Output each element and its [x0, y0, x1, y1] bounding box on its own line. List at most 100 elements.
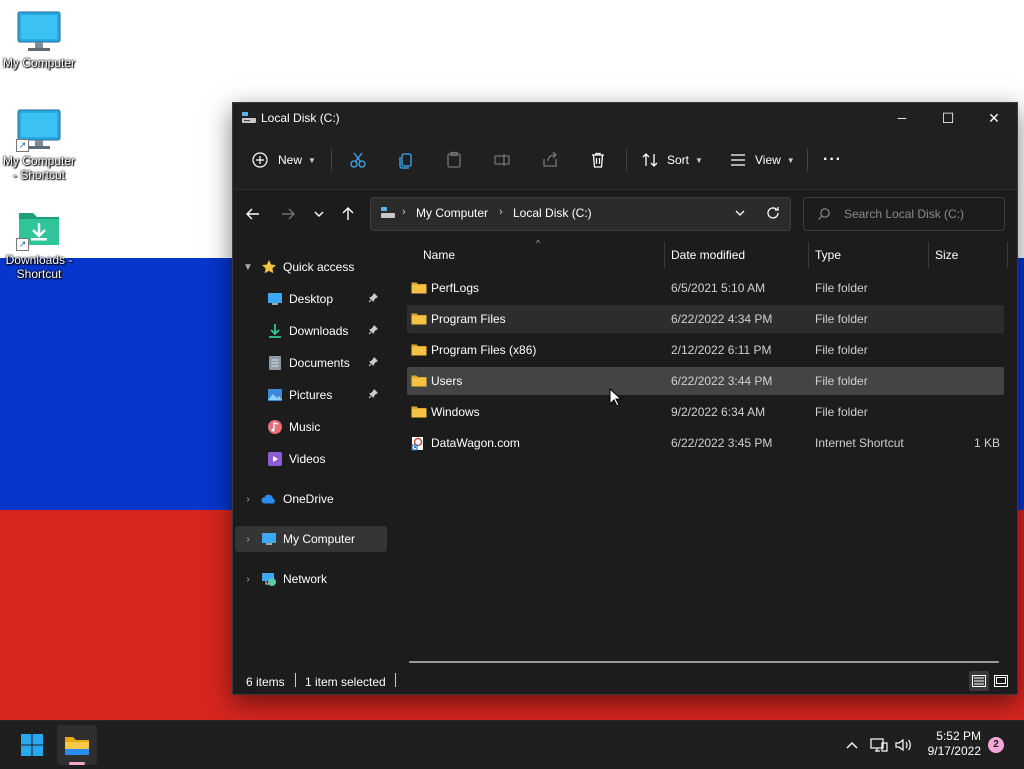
file-name: Users [431, 374, 463, 388]
sidebar-item-my-computer[interactable]: › My Computer [235, 526, 387, 552]
toolbar-divider [807, 149, 808, 171]
paste-icon [447, 151, 461, 168]
chevron-down-icon[interactable]: ▼ [241, 262, 255, 273]
column-divider[interactable] [928, 242, 929, 268]
file-row[interactable]: DataWagon.com 6/22/2022 3:45 PM Internet S… [407, 429, 1004, 457]
maximize-icon: ☐ [941, 109, 955, 126]
breadcrumb-my-computer[interactable]: My Computer [416, 206, 488, 220]
up-button[interactable] [336, 202, 360, 226]
monitor-icon [16, 10, 62, 54]
refresh-button[interactable] [765, 205, 781, 224]
sidebar-item-music[interactable]: Music [267, 414, 387, 440]
address-dropdown-button[interactable] [734, 207, 746, 222]
horizontal-scrollbar[interactable] [409, 661, 999, 663]
file-type: Internet Shortcut [815, 436, 904, 450]
cut-button[interactable] [349, 145, 367, 175]
status-divider [395, 673, 396, 687]
tiles-view-button[interactable] [991, 671, 1011, 691]
title-bar[interactable]: Local Disk (C:) ─ ☐ ✕ [233, 103, 1017, 133]
start-button[interactable] [12, 725, 52, 765]
chevron-down-icon: ▼ [308, 155, 316, 165]
chevron-right-icon[interactable]: › [241, 494, 255, 505]
pin-icon[interactable] [368, 324, 379, 338]
internet-shortcut-icon [411, 436, 427, 451]
file-type: File folder [815, 405, 868, 419]
desktop-icon-my-computer[interactable]: My Computer [0, 10, 78, 70]
sidebar-item-videos[interactable]: Videos [267, 446, 387, 472]
network-status-button[interactable] [869, 735, 889, 755]
file-row[interactable]: Windows 9/2/2022 6:34 AM File folder [407, 398, 1004, 426]
search-box[interactable]: Search Local Disk (C:) [803, 197, 1005, 231]
videos-icon [267, 451, 283, 467]
file-row[interactable]: PerfLogs 6/5/2021 5:10 AM File folder [407, 274, 1004, 302]
sidebar-item-pictures[interactable]: Pictures [267, 382, 387, 408]
column-header-date-modified[interactable]: Date modified [671, 238, 745, 272]
taskbar: 5:52 PM 9/17/2022 2 [0, 720, 1024, 769]
column-divider[interactable] [664, 242, 665, 268]
breadcrumb-local-disk[interactable]: Local Disk (C:) [513, 206, 592, 220]
arrow-left-icon [246, 208, 259, 220]
file-type: File folder [815, 343, 868, 357]
minimize-button[interactable]: ─ [879, 103, 925, 133]
view-button[interactable]: View ▼ [729, 145, 795, 175]
plus-circle-icon [252, 152, 268, 168]
chevron-down-icon: ▼ [786, 155, 795, 165]
sidebar-item-label: OneDrive [283, 492, 334, 506]
column-divider[interactable] [808, 242, 809, 268]
copy-icon [399, 153, 412, 169]
sidebar-item-quick-access[interactable]: ▼ Quick access [235, 254, 387, 280]
more-options-button[interactable]: ··· [823, 145, 842, 175]
clock[interactable]: 5:52 PM 9/17/2022 [915, 729, 981, 759]
show-hidden-icons-button[interactable] [842, 735, 862, 755]
sidebar-item-downloads[interactable]: Downloads [267, 318, 387, 344]
copy-button[interactable] [397, 145, 415, 175]
chevron-right-icon[interactable]: › [241, 534, 255, 545]
file-row[interactable]: Program Files 6/22/2022 4:34 PM File folde… [407, 305, 1004, 333]
column-header-label: Date modified [671, 248, 746, 262]
navigation-pane: ▼ Quick access Desktop Downloads Documen… [233, 238, 391, 650]
view-icon [731, 154, 745, 166]
pin-icon[interactable] [368, 292, 379, 306]
taskbar-file-explorer[interactable] [57, 725, 97, 765]
new-button[interactable]: New ▼ [251, 145, 316, 175]
pin-icon[interactable] [368, 388, 379, 402]
sidebar-item-documents[interactable]: Documents [267, 350, 387, 376]
folder-icon [411, 405, 427, 418]
status-bar: 6 items 1 item selected [233, 668, 1017, 694]
sidebar-item-desktop[interactable]: Desktop [267, 286, 387, 312]
maximize-button[interactable]: ☐ [925, 103, 971, 133]
details-view-button[interactable] [969, 671, 989, 691]
file-row[interactable]: Users 6/22/2022 3:44 PM File folder [407, 367, 1004, 395]
sidebar-item-network[interactable]: › Network [235, 566, 387, 592]
file-row[interactable]: Program Files (x86) 2/12/2022 6:11 PM File… [407, 336, 1004, 364]
column-header-size[interactable]: Size [935, 238, 958, 272]
volume-button[interactable] [893, 735, 913, 755]
desktop-icon-my-computer-shortcut[interactable]: ↗ My Computer - Shortcut [0, 108, 78, 182]
paste-button[interactable] [445, 145, 463, 175]
close-button[interactable]: ✕ [971, 103, 1017, 133]
desktop-icon-downloads-shortcut[interactable]: ↗ Downloads - Shortcut [0, 207, 78, 281]
back-button[interactable] [241, 202, 265, 226]
downloads-icon [267, 323, 283, 339]
sidebar-item-onedrive[interactable]: › OneDrive [235, 486, 387, 512]
forward-button[interactable] [276, 202, 300, 226]
column-divider[interactable] [1007, 242, 1008, 268]
column-header-name[interactable]: Name [423, 238, 455, 272]
desktop-icon-label: My Computer [2, 56, 76, 70]
recent-locations-button[interactable] [307, 202, 331, 226]
sort-button[interactable]: Sort ▼ [641, 145, 703, 175]
toolbar-divider [331, 149, 332, 171]
search-icon [817, 207, 831, 224]
chevron-down-icon [735, 210, 745, 216]
column-header-label: Size [935, 248, 959, 262]
file-explorer-icon [65, 737, 89, 755]
address-bar[interactable]: › My Computer › Local Disk (C:) [370, 197, 791, 231]
rename-button[interactable] [493, 145, 511, 175]
pin-icon[interactable] [368, 356, 379, 370]
column-header-type[interactable]: Type [815, 238, 841, 272]
delete-button[interactable] [589, 145, 607, 175]
notification-badge[interactable]: 2 [988, 737, 1004, 753]
chevron-right-icon[interactable]: › [241, 574, 255, 585]
desktop-icon-label: Downloads - Shortcut [5, 253, 73, 281]
share-button[interactable] [541, 145, 559, 175]
